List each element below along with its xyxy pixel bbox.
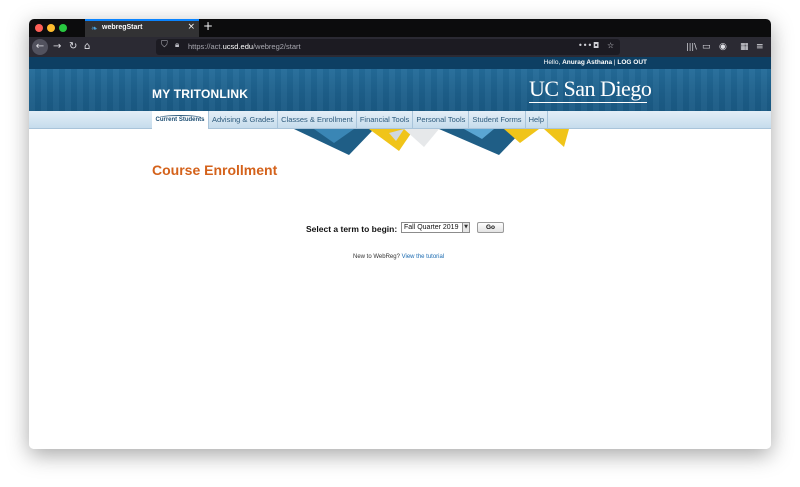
back-arrow-icon[interactable]: ← (32, 39, 48, 55)
menu-item-advising-grades[interactable]: Advising & Grades (209, 111, 279, 129)
logo-underline (529, 102, 647, 103)
page-title: Course Enrollment (152, 162, 278, 178)
shield-icon[interactable]: ⛉ (161, 40, 168, 50)
user-bar: Hello, Anurag Asthana | LOG OUT (29, 57, 771, 69)
site-banner: MY TRITONLINK UC San Diego (29, 69, 771, 111)
close-tab-icon[interactable]: × (187, 22, 195, 32)
main-menu-bar: Current Students Advising & Grades Class… (29, 111, 771, 129)
close-window-button[interactable] (35, 24, 43, 32)
reload-icon[interactable]: ↻ (69, 40, 77, 54)
browser-tab[interactable]: ❧ webregStart × (85, 19, 199, 37)
account-icon[interactable]: ◉ (719, 40, 727, 54)
bookmark-star-icon[interactable]: ☆ (607, 41, 614, 50)
new-tab-icon[interactable]: + (203, 19, 213, 33)
url-text[interactable]: https://act.ucsd.edu/webreg2/start (188, 42, 301, 51)
user-name: Anurag Asthana (562, 59, 613, 66)
view-tutorial-link[interactable]: View the tutorial (402, 254, 445, 260)
menu-item-classes-enrollment[interactable]: Classes & Enrollment (278, 111, 357, 129)
browser-window: ❧ webregStart × + ← → ↻ ⌂ ⛉ 🔒︎ https://a… (29, 19, 771, 449)
tab-favicon-icon: ❧ (91, 24, 98, 33)
go-button[interactable]: Go (477, 222, 504, 233)
chevron-down-icon[interactable]: ▼ (462, 223, 469, 232)
term-select-label: Select a term to begin: (306, 224, 398, 234)
more-icon[interactable]: ••• (578, 41, 592, 50)
triton-decoration-graphic (294, 129, 569, 155)
logout-link[interactable]: LOG OUT (617, 59, 647, 66)
pocket-icon[interactable]: ◘ (593, 41, 599, 50)
maximize-window-button[interactable] (59, 24, 67, 32)
term-select-value: Fall Quarter 2019 (404, 224, 459, 231)
sidebar-icon[interactable]: ▭ (702, 40, 711, 54)
forward-arrow-icon[interactable]: → (53, 40, 61, 54)
menu-icon[interactable]: ≡ (756, 40, 764, 54)
ucsd-logo[interactable]: UC San Diego (529, 76, 652, 102)
tab-strip: ❧ webregStart × + (29, 19, 771, 37)
portal-title[interactable]: MY TRITONLINK (152, 87, 248, 101)
home-icon[interactable]: ⌂ (84, 40, 90, 54)
library-icon[interactable]: |||\ (686, 40, 697, 54)
menu-item-help[interactable]: Help (526, 111, 548, 129)
web-page: Hello, Anurag Asthana | LOG OUT MY TRITO… (29, 57, 771, 449)
extension-icon[interactable]: ▦ (740, 40, 749, 54)
menu-item-financial-tools[interactable]: Financial Tools (357, 111, 414, 129)
term-select[interactable]: Fall Quarter 2019 ▼ (401, 222, 470, 233)
tutorial-prompt: New to WebReg? View the tutorial (353, 254, 445, 260)
lock-icon[interactable]: 🔒︎ (175, 40, 179, 50)
greeting: Hello, Anurag Asthana | LOG OUT (543, 59, 647, 66)
menu-item-student-forms[interactable]: Student Forms (469, 111, 526, 129)
tab-title: webregStart (102, 24, 143, 31)
menu-item-current-students[interactable]: Current Students (152, 111, 209, 129)
menu-item-personal-tools[interactable]: Personal Tools (413, 111, 470, 129)
minimize-window-button[interactable] (47, 24, 55, 32)
navigation-toolbar: ← → ↻ ⌂ ⛉ 🔒︎ https://act.ucsd.edu/webreg… (29, 37, 771, 57)
address-bar[interactable]: ⛉ 🔒︎ https://act.ucsd.edu/webreg2/start … (156, 39, 620, 55)
